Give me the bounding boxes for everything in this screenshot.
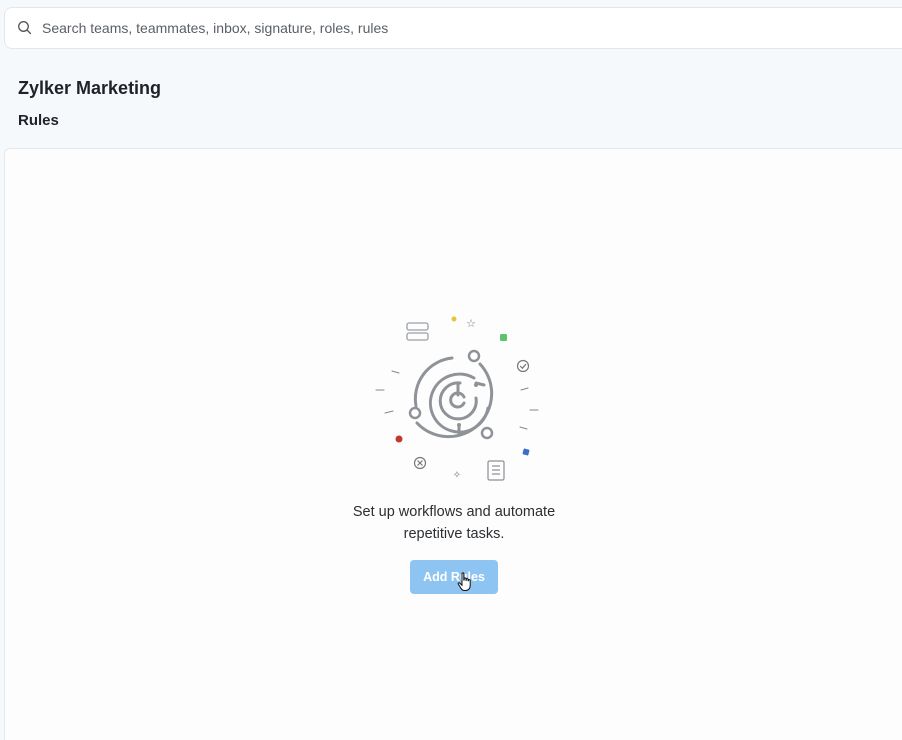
yellow-dot-icon (451, 316, 457, 322)
server-rows-icon (406, 322, 429, 341)
empty-state-line-2: repetitive tasks. (403, 526, 505, 542)
search-icon (17, 20, 33, 36)
search-input[interactable] (42, 20, 862, 36)
sparkle-icon: ✧ (453, 470, 461, 481)
page-title: Rules (18, 112, 59, 129)
close-circle-icon (413, 456, 427, 470)
empty-state-message: Set up workflows and automate repetitive… (5, 501, 902, 545)
hand-cursor-icon (457, 572, 471, 591)
maze-icon (413, 356, 494, 439)
document-icon (487, 460, 505, 481)
green-square-icon (500, 334, 507, 341)
add-rules-button[interactable]: Add Rules (410, 560, 498, 594)
empty-state-line-1: Set up workflows and automate (352, 504, 556, 520)
workflow-maze-illustration: ☆ ✧ (375, 316, 539, 481)
check-circle-icon (516, 359, 530, 373)
red-dot-icon (395, 435, 403, 443)
team-title: Zylker Marketing (18, 78, 162, 98)
star-icon: ☆ (466, 317, 476, 330)
search-bar[interactable] (4, 7, 902, 49)
blue-square-icon (522, 448, 530, 456)
rules-content-panel: ☆ ✧ Set up workflows and automate repeti… (4, 148, 902, 740)
page-header: Zylker Marketing Rules (0, 56, 902, 148)
